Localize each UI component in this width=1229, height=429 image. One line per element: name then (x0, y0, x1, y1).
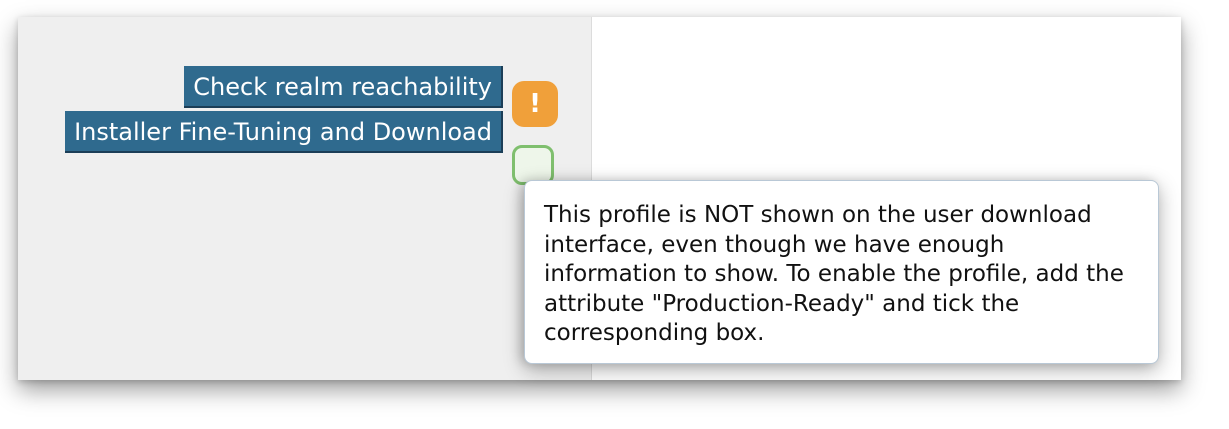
tooltip-message: This profile is NOT shown on the user do… (544, 202, 1124, 346)
installer-fine-tuning-button[interactable]: Installer Fine-Tuning and Download (65, 111, 503, 153)
check-box-icon[interactable] (512, 145, 554, 185)
check-realm-reachability-button[interactable]: Check realm reachability (184, 66, 503, 108)
profile-actions-panel: Check realm reachability Installer Fine-… (18, 17, 592, 380)
exclamation-icon[interactable]: ! (512, 81, 558, 127)
profile-status-tooltip: This profile is NOT shown on the user do… (524, 180, 1159, 364)
